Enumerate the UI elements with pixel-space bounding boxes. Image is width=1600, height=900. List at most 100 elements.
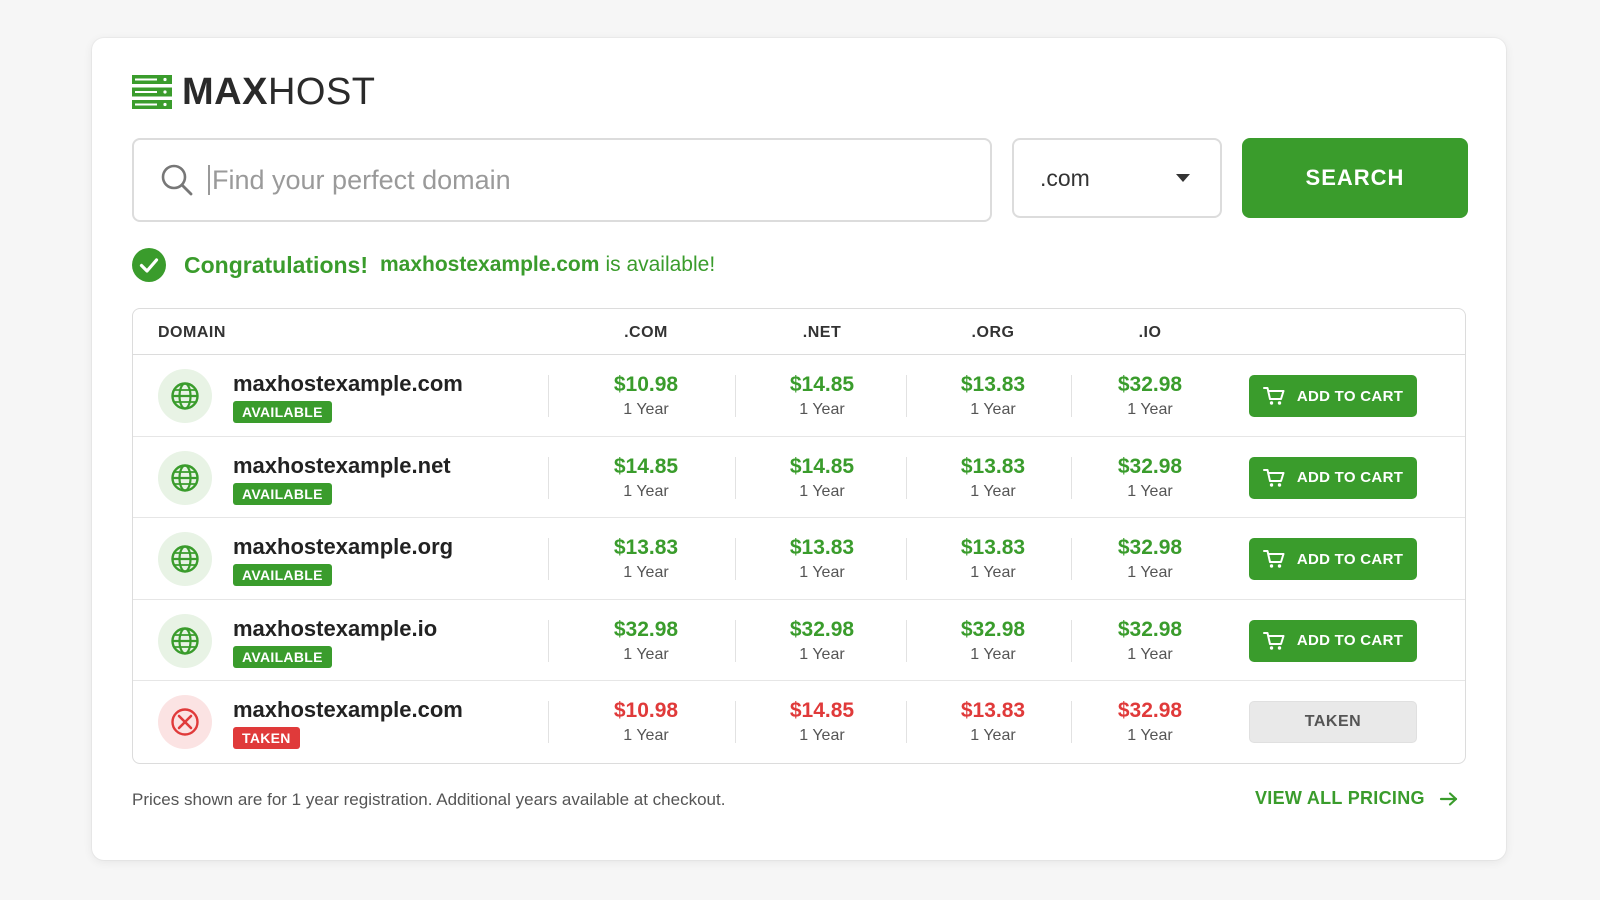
domain-search-card: MAXHOST .com SEARCH Congratulations! max… xyxy=(92,38,1506,860)
price-term: 1 Year xyxy=(623,482,669,500)
domain-name: maxhostexample.com xyxy=(233,697,463,722)
price-value: $13.83 xyxy=(960,454,1026,478)
domain-search-box[interactable] xyxy=(132,138,992,222)
column-divider xyxy=(548,701,549,743)
tld-select-value: .com xyxy=(1040,164,1090,191)
price-value: $13.83 xyxy=(960,536,1026,559)
price-net: $13.83 1 Year xyxy=(747,536,897,582)
column-divider xyxy=(1071,375,1072,417)
column-divider xyxy=(735,375,736,417)
price-term: 1 Year xyxy=(970,401,1016,418)
price-org: $13.83 1 Year xyxy=(918,699,1068,745)
price-term: 1 Year xyxy=(1127,645,1173,663)
search-button[interactable]: SEARCH xyxy=(1242,138,1468,218)
search-icon xyxy=(161,164,193,196)
domain-name: maxhostexample.net xyxy=(233,452,451,478)
column-divider xyxy=(735,701,736,743)
add-to-cart-button[interactable]: ADD TO CART xyxy=(1249,375,1417,417)
congrats-text: Congratulations! xyxy=(184,251,368,278)
globe-icon xyxy=(158,613,212,668)
price-com: $32.98 1 Year xyxy=(571,618,721,664)
price-term: 1 Year xyxy=(970,645,1016,663)
price-term: 1 Year xyxy=(799,482,845,500)
price-value: $32.98 xyxy=(789,617,855,641)
column-divider xyxy=(1071,619,1072,662)
price-value: $14.85 xyxy=(789,699,855,722)
price-term: 1 Year xyxy=(623,727,669,744)
column-divider xyxy=(735,538,736,580)
price-com: $10.98 1 Year xyxy=(571,699,721,745)
chevron-down-icon xyxy=(1176,174,1190,182)
price-io: $32.98 1 Year xyxy=(1075,536,1225,582)
add-to-cart-label: ADD TO CART xyxy=(1296,632,1404,649)
domain-search-input[interactable] xyxy=(212,164,852,196)
price-value: $32.98 xyxy=(1117,454,1183,478)
view-all-pricing-label: VIEW ALL PRICING xyxy=(1255,788,1425,808)
price-com: $14.85 1 Year xyxy=(571,455,721,501)
price-value: $13.83 xyxy=(789,536,855,559)
price-net: $14.85 1 Year xyxy=(747,455,897,501)
header-com: .COM xyxy=(624,324,668,341)
add-to-cart-button[interactable]: ADD TO CART xyxy=(1249,619,1417,662)
brand-logo[interactable]: MAXHOST xyxy=(132,71,376,113)
column-divider xyxy=(1071,701,1072,743)
domain-name: maxhostexample.org xyxy=(233,534,454,559)
price-org: $13.83 1 Year xyxy=(918,455,1068,501)
price-term: 1 Year xyxy=(799,727,845,744)
x-circle-icon xyxy=(158,695,212,749)
tld-select[interactable]: .com xyxy=(1012,138,1222,218)
price-term: 1 Year xyxy=(970,564,1016,581)
column-divider xyxy=(548,456,549,499)
column-divider xyxy=(906,619,907,662)
price-term: 1 Year xyxy=(1127,482,1173,500)
domain-name: maxhostexample.com xyxy=(233,371,463,396)
column-divider xyxy=(548,375,549,417)
price-io: $32.98 1 Year xyxy=(1075,618,1225,664)
price-term: 1 Year xyxy=(623,401,669,418)
table-row: maxhostexample.com AVAILABLE $10.98 1 Yea… xyxy=(133,355,1465,437)
price-term: 1 Year xyxy=(799,401,845,418)
taken-button: TAKEN xyxy=(1249,701,1417,743)
price-term: 1 Year xyxy=(1127,401,1173,418)
status-badge: AVAILABLE xyxy=(233,401,332,423)
brand-name: MAXHOST xyxy=(182,71,376,114)
price-value: $32.98 xyxy=(613,617,679,641)
domain-name: maxhostexample.io xyxy=(233,615,438,641)
column-divider xyxy=(906,701,907,743)
price-term: 1 Year xyxy=(799,564,845,581)
add-to-cart-button[interactable]: ADD TO CART xyxy=(1249,538,1417,580)
table-row: maxhostexample.org AVAILABLE $13.83 1 Yea… xyxy=(133,518,1465,600)
price-value: $32.98 xyxy=(1117,699,1183,722)
price-org: $13.83 1 Year xyxy=(918,373,1068,419)
price-value: $14.85 xyxy=(613,454,679,478)
price-com: $13.83 1 Year xyxy=(571,536,721,582)
column-divider xyxy=(548,619,549,662)
table-row: maxhostexample.io AVAILABLE $32.98 1 Year… xyxy=(133,600,1465,681)
table-header: DOMAIN .COM .NET .ORG .IO xyxy=(133,309,1465,355)
add-to-cart-label: ADD TO CART xyxy=(1296,469,1404,486)
globe-icon xyxy=(158,532,212,586)
cart-icon xyxy=(1262,550,1285,568)
price-net: $14.85 1 Year xyxy=(747,373,897,419)
price-value: $13.83 xyxy=(613,536,679,559)
column-divider xyxy=(906,456,907,499)
add-to-cart-label: ADD TO CART xyxy=(1296,387,1404,405)
price-io: $32.98 1 Year xyxy=(1075,455,1225,501)
available-suffix: is available! xyxy=(605,253,716,276)
brand-name-regular: HOST xyxy=(267,70,376,113)
column-divider xyxy=(735,619,736,662)
price-term: 1 Year xyxy=(623,564,669,581)
price-net: $32.98 1 Year xyxy=(747,618,897,664)
column-divider xyxy=(1071,456,1072,499)
status-badge: AVAILABLE xyxy=(233,482,332,505)
add-to-cart-button[interactable]: ADD TO CART xyxy=(1249,456,1417,499)
globe-icon xyxy=(158,369,212,423)
price-org: $32.98 1 Year xyxy=(918,618,1068,664)
price-term: 1 Year xyxy=(970,482,1016,500)
view-all-pricing-link[interactable]: VIEW ALL PRICING xyxy=(1255,788,1459,809)
cart-icon xyxy=(1262,468,1285,487)
price-value: $32.98 xyxy=(960,617,1026,641)
price-value: $32.98 xyxy=(1117,536,1183,559)
price-value: $14.85 xyxy=(789,454,855,478)
header-org: .ORG xyxy=(971,324,1015,341)
